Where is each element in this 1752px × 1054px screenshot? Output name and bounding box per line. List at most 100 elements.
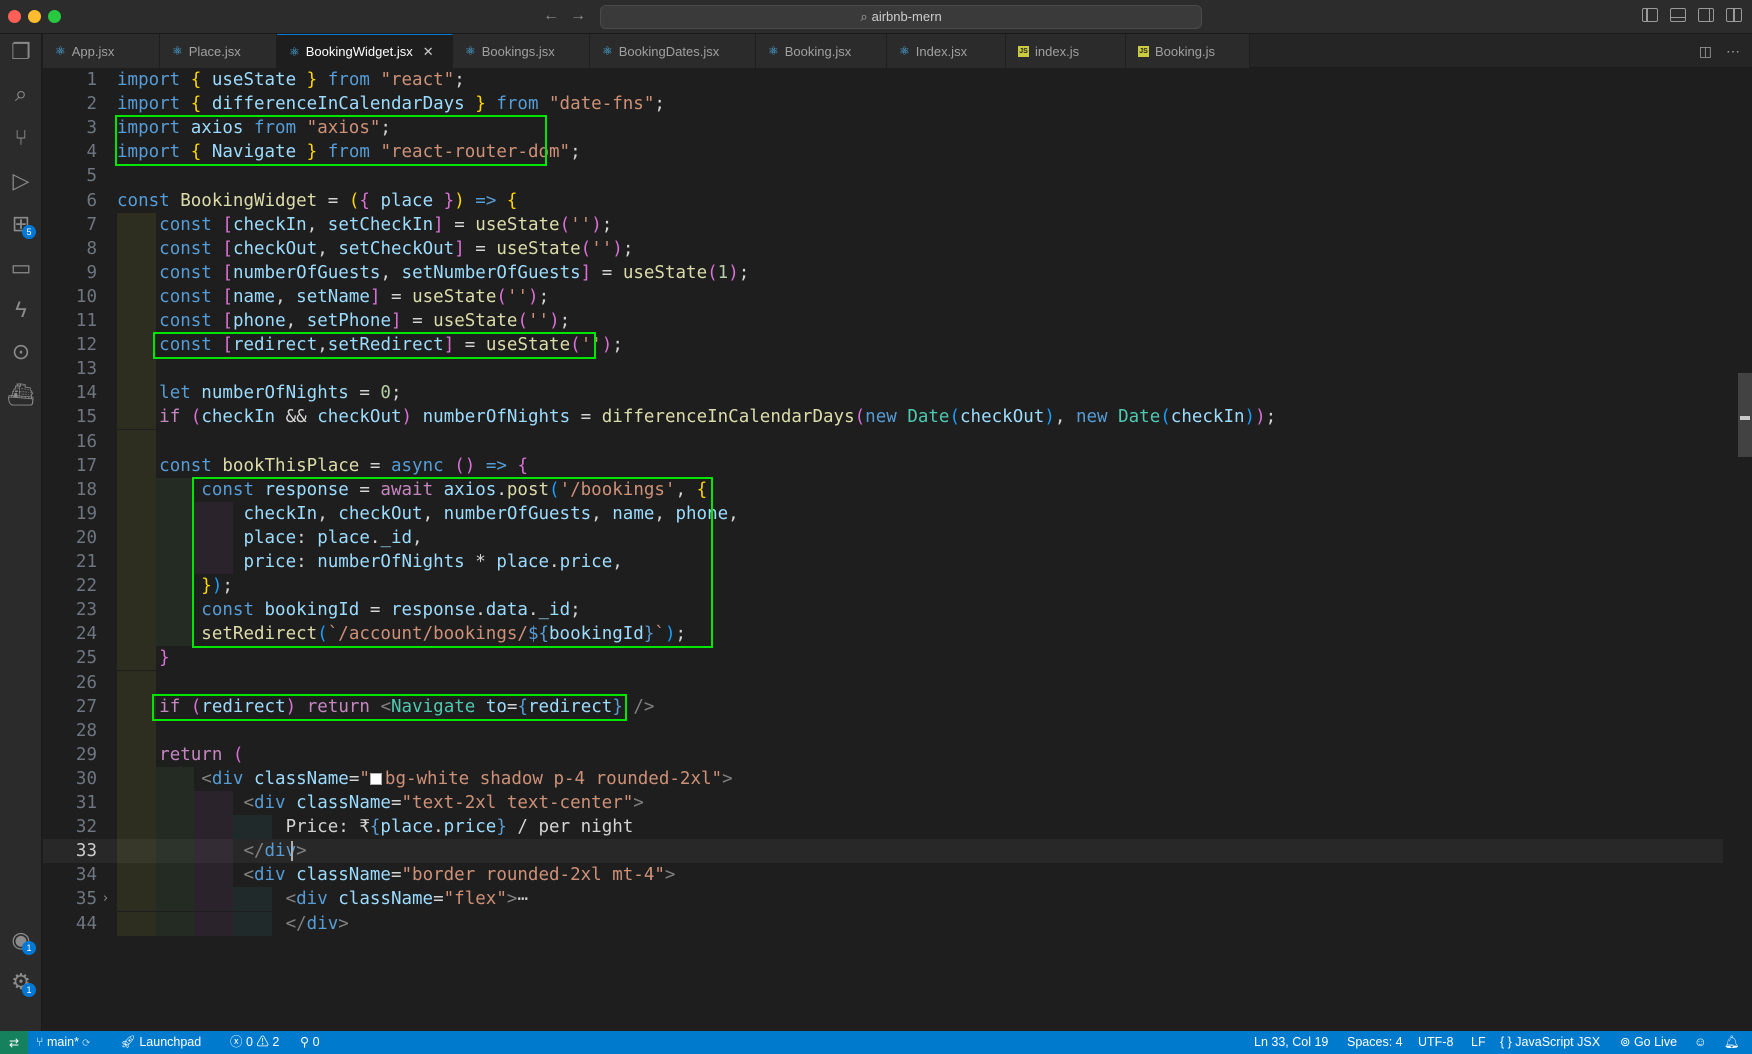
code-line[interactable]: 21 price: numberOfNights * place.price, xyxy=(43,550,1723,575)
problems-indicator[interactable]: ⓧ 0 ⚠ 2 xyxy=(230,1031,279,1054)
code-line[interactable]: 24 setRedirect(`/account/bookings/${book… xyxy=(43,622,1723,647)
code-line[interactable]: 9 const [numberOfGuests, setNumberOfGues… xyxy=(43,260,1723,285)
language-mode[interactable]: { } JavaScript JSX xyxy=(1500,1031,1600,1054)
git-graph-icon[interactable]: ⊙ xyxy=(0,334,42,370)
code-line[interactable]: 11 const [phone, setPhone] = useState(''… xyxy=(43,309,1723,334)
split-editor-icon[interactable]: ◫ xyxy=(1699,43,1712,60)
cursor-position[interactable]: Ln 33, Col 19 xyxy=(1254,1031,1328,1054)
tab-booking-jsx[interactable]: ⚛ Booking.jsx xyxy=(756,34,887,68)
customize-layout-icon[interactable] xyxy=(1726,8,1742,22)
code-line[interactable]: 26 xyxy=(43,670,1723,695)
code-token: from xyxy=(317,70,370,90)
toggle-secondary-sidebar-icon[interactable] xyxy=(1698,8,1714,22)
line-number: 12 xyxy=(75,335,97,356)
remote-explorer-icon[interactable]: ▭ xyxy=(0,250,42,286)
code-line[interactable]: 15 if (checkIn && checkOut) numberOfNigh… xyxy=(43,405,1723,430)
indent-guide xyxy=(117,718,156,743)
end-of-line[interactable]: LF xyxy=(1471,1031,1486,1054)
thunder-client-icon[interactable]: ϟ xyxy=(0,292,42,328)
code-line[interactable]: 12 const [redirect,setRedirect] = useSta… xyxy=(43,333,1723,358)
code-line[interactable]: 27 if (redirect) return <Navigate to={re… xyxy=(43,694,1723,719)
code-line[interactable]: 19 checkIn, checkOut, numberOfGuests, na… xyxy=(43,501,1723,526)
tab-bookings-jsx[interactable]: ⚛ Bookings.jsx xyxy=(453,34,590,68)
toggle-panel-icon[interactable] xyxy=(1670,8,1686,22)
code-line[interactable]: 10 const [name, setName] = useState(''); xyxy=(43,284,1723,309)
code-line[interactable]: 22 }); xyxy=(43,574,1723,599)
code-token: redirect xyxy=(528,696,613,717)
tab-index-js[interactable]: JS index.js xyxy=(1006,34,1126,68)
accounts-icon[interactable]: ◉ 1 xyxy=(0,922,42,958)
code-line[interactable]: 4 import { Navigate } from "react-router-… xyxy=(43,140,1723,164)
code-token: < xyxy=(285,889,297,910)
code-line[interactable]: 44 </div> xyxy=(43,911,1723,936)
code-line[interactable]: 17 const bookThisPlace = async () => { xyxy=(43,453,1723,478)
code-line[interactable]: 25 } xyxy=(43,646,1723,671)
chevron-right-icon[interactable]: › xyxy=(103,887,108,911)
code-token: const xyxy=(201,479,254,500)
code-line[interactable]: 8 const [checkOut, setCheckOut] = useSta… xyxy=(43,236,1723,261)
branch-indicator[interactable]: ⑂ main* ⟳ xyxy=(36,1031,90,1054)
code-line[interactable]: 7 const [checkIn, setCheckIn] = useState… xyxy=(43,212,1723,237)
code-line[interactable]: 18 const response = await axios.post('/b… xyxy=(43,477,1723,502)
code-line[interactable]: 28 xyxy=(43,718,1723,743)
code-line[interactable]: 29 return ( xyxy=(43,742,1723,767)
extensions-icon[interactable]: ⊞ 5 xyxy=(0,206,42,242)
source-control-icon[interactable]: ⑂ xyxy=(0,120,42,156)
tab-bookingdates-jsx[interactable]: ⚛ BookingDates.jsx xyxy=(590,34,756,68)
code-line[interactable]: 1 import { useState } from "react"; xyxy=(43,69,1723,92)
encoding[interactable]: UTF-8 xyxy=(1418,1031,1453,1054)
line-number: 3 xyxy=(86,118,97,139)
code-line[interactable]: 13 xyxy=(43,357,1723,382)
code-line[interactable]: 31 <div className="text-2xl text-center"… xyxy=(43,791,1723,816)
toggle-primary-sidebar-icon[interactable] xyxy=(1642,8,1658,22)
color-swatch[interactable] xyxy=(369,772,382,785)
code-line[interactable]: 14 let numberOfNights = 0; xyxy=(43,381,1723,406)
bell-icon[interactable]: 🔔︎ xyxy=(1724,1031,1740,1054)
minimize-window-button[interactable] xyxy=(28,10,41,23)
code-line[interactable]: 35 <div className="flex">⋯ › xyxy=(43,887,1723,912)
remote-indicator-icon[interactable]: ⇄ xyxy=(0,1031,28,1054)
scrollbar-thumb[interactable] xyxy=(1738,373,1752,457)
command-center-search[interactable]: ⌕ airbnb-mern xyxy=(600,5,1202,29)
code-token: } xyxy=(496,817,507,838)
code-line[interactable]: 34 <div className="border rounded-2xl mt… xyxy=(43,863,1723,888)
tab-bookingwidget-jsx[interactable]: ⚛ BookingWidget.jsx ✕ xyxy=(277,34,453,68)
code-line[interactable]: 20 place: place._id, xyxy=(43,525,1723,550)
launchpad-button[interactable]: 🚀︎ Launchpad xyxy=(120,1031,201,1054)
code-line[interactable]: 16 xyxy=(43,429,1723,454)
go-live-button[interactable]: ⊚ Go Live xyxy=(1620,1031,1677,1054)
gear-icon[interactable]: ⚙ 1 xyxy=(0,964,42,1000)
arrow-right-icon[interactable]: → xyxy=(570,7,586,25)
code-line[interactable]: 33 </div> xyxy=(43,839,1723,864)
tab-index-jsx[interactable]: ⚛ Index.jsx xyxy=(887,34,1006,68)
close-window-button[interactable] xyxy=(8,10,21,23)
code-token: = xyxy=(401,311,434,331)
tab-place-jsx[interactable]: ⚛ Place.jsx xyxy=(160,34,277,68)
tab-booking-js[interactable]: JS Booking.js xyxy=(1126,34,1250,68)
code-editor[interactable]: 1 import { useState } from "react"; 2 impor… xyxy=(43,69,1752,1031)
code-token: { xyxy=(190,94,202,115)
copilot-icon[interactable]: ☺ xyxy=(1694,1031,1707,1054)
tab-app-jsx[interactable]: ⚛ App.jsx xyxy=(43,34,160,68)
search-icon[interactable]: ⌕ xyxy=(0,76,42,112)
editor-scrollbar[interactable] xyxy=(1738,69,1752,1031)
indentation[interactable]: Spaces: 4 xyxy=(1347,1031,1403,1054)
ports-indicator[interactable]: ⚲ 0 xyxy=(300,1031,320,1054)
code-line[interactable]: 3 import axios from "axios"; xyxy=(43,116,1723,140)
docker-icon[interactable]: ⛴ xyxy=(0,377,42,413)
code-line[interactable]: 5 xyxy=(43,164,1723,188)
run-debug-icon[interactable]: ▷ xyxy=(0,163,42,199)
code-line[interactable]: 2 import { differenceInCalendarDays } fro… xyxy=(43,92,1723,116)
code-text: const [name, setName] = useState(''); xyxy=(117,285,549,309)
arrow-left-icon[interactable]: ← xyxy=(543,7,559,25)
code-line[interactable]: 32 Price: ₹{place.price} / per night xyxy=(43,815,1723,840)
maximize-window-button[interactable] xyxy=(48,10,61,23)
code-line[interactable]: 30 <div className=" bg-white shadow p-4 r… xyxy=(43,766,1723,791)
more-actions-icon[interactable]: ⋯ xyxy=(1726,43,1740,60)
explorer-icon[interactable]: ❐ xyxy=(0,34,42,70)
line-number: 28 xyxy=(75,720,97,741)
close-icon[interactable]: ✕ xyxy=(423,44,434,60)
code-line[interactable]: 23 const bookingId = response.data._id; xyxy=(43,598,1723,623)
code-line[interactable]: 6 const BookingWidget = ({ place }) => { xyxy=(43,189,1723,213)
code-token: "text-2xl text-center" xyxy=(401,793,634,813)
